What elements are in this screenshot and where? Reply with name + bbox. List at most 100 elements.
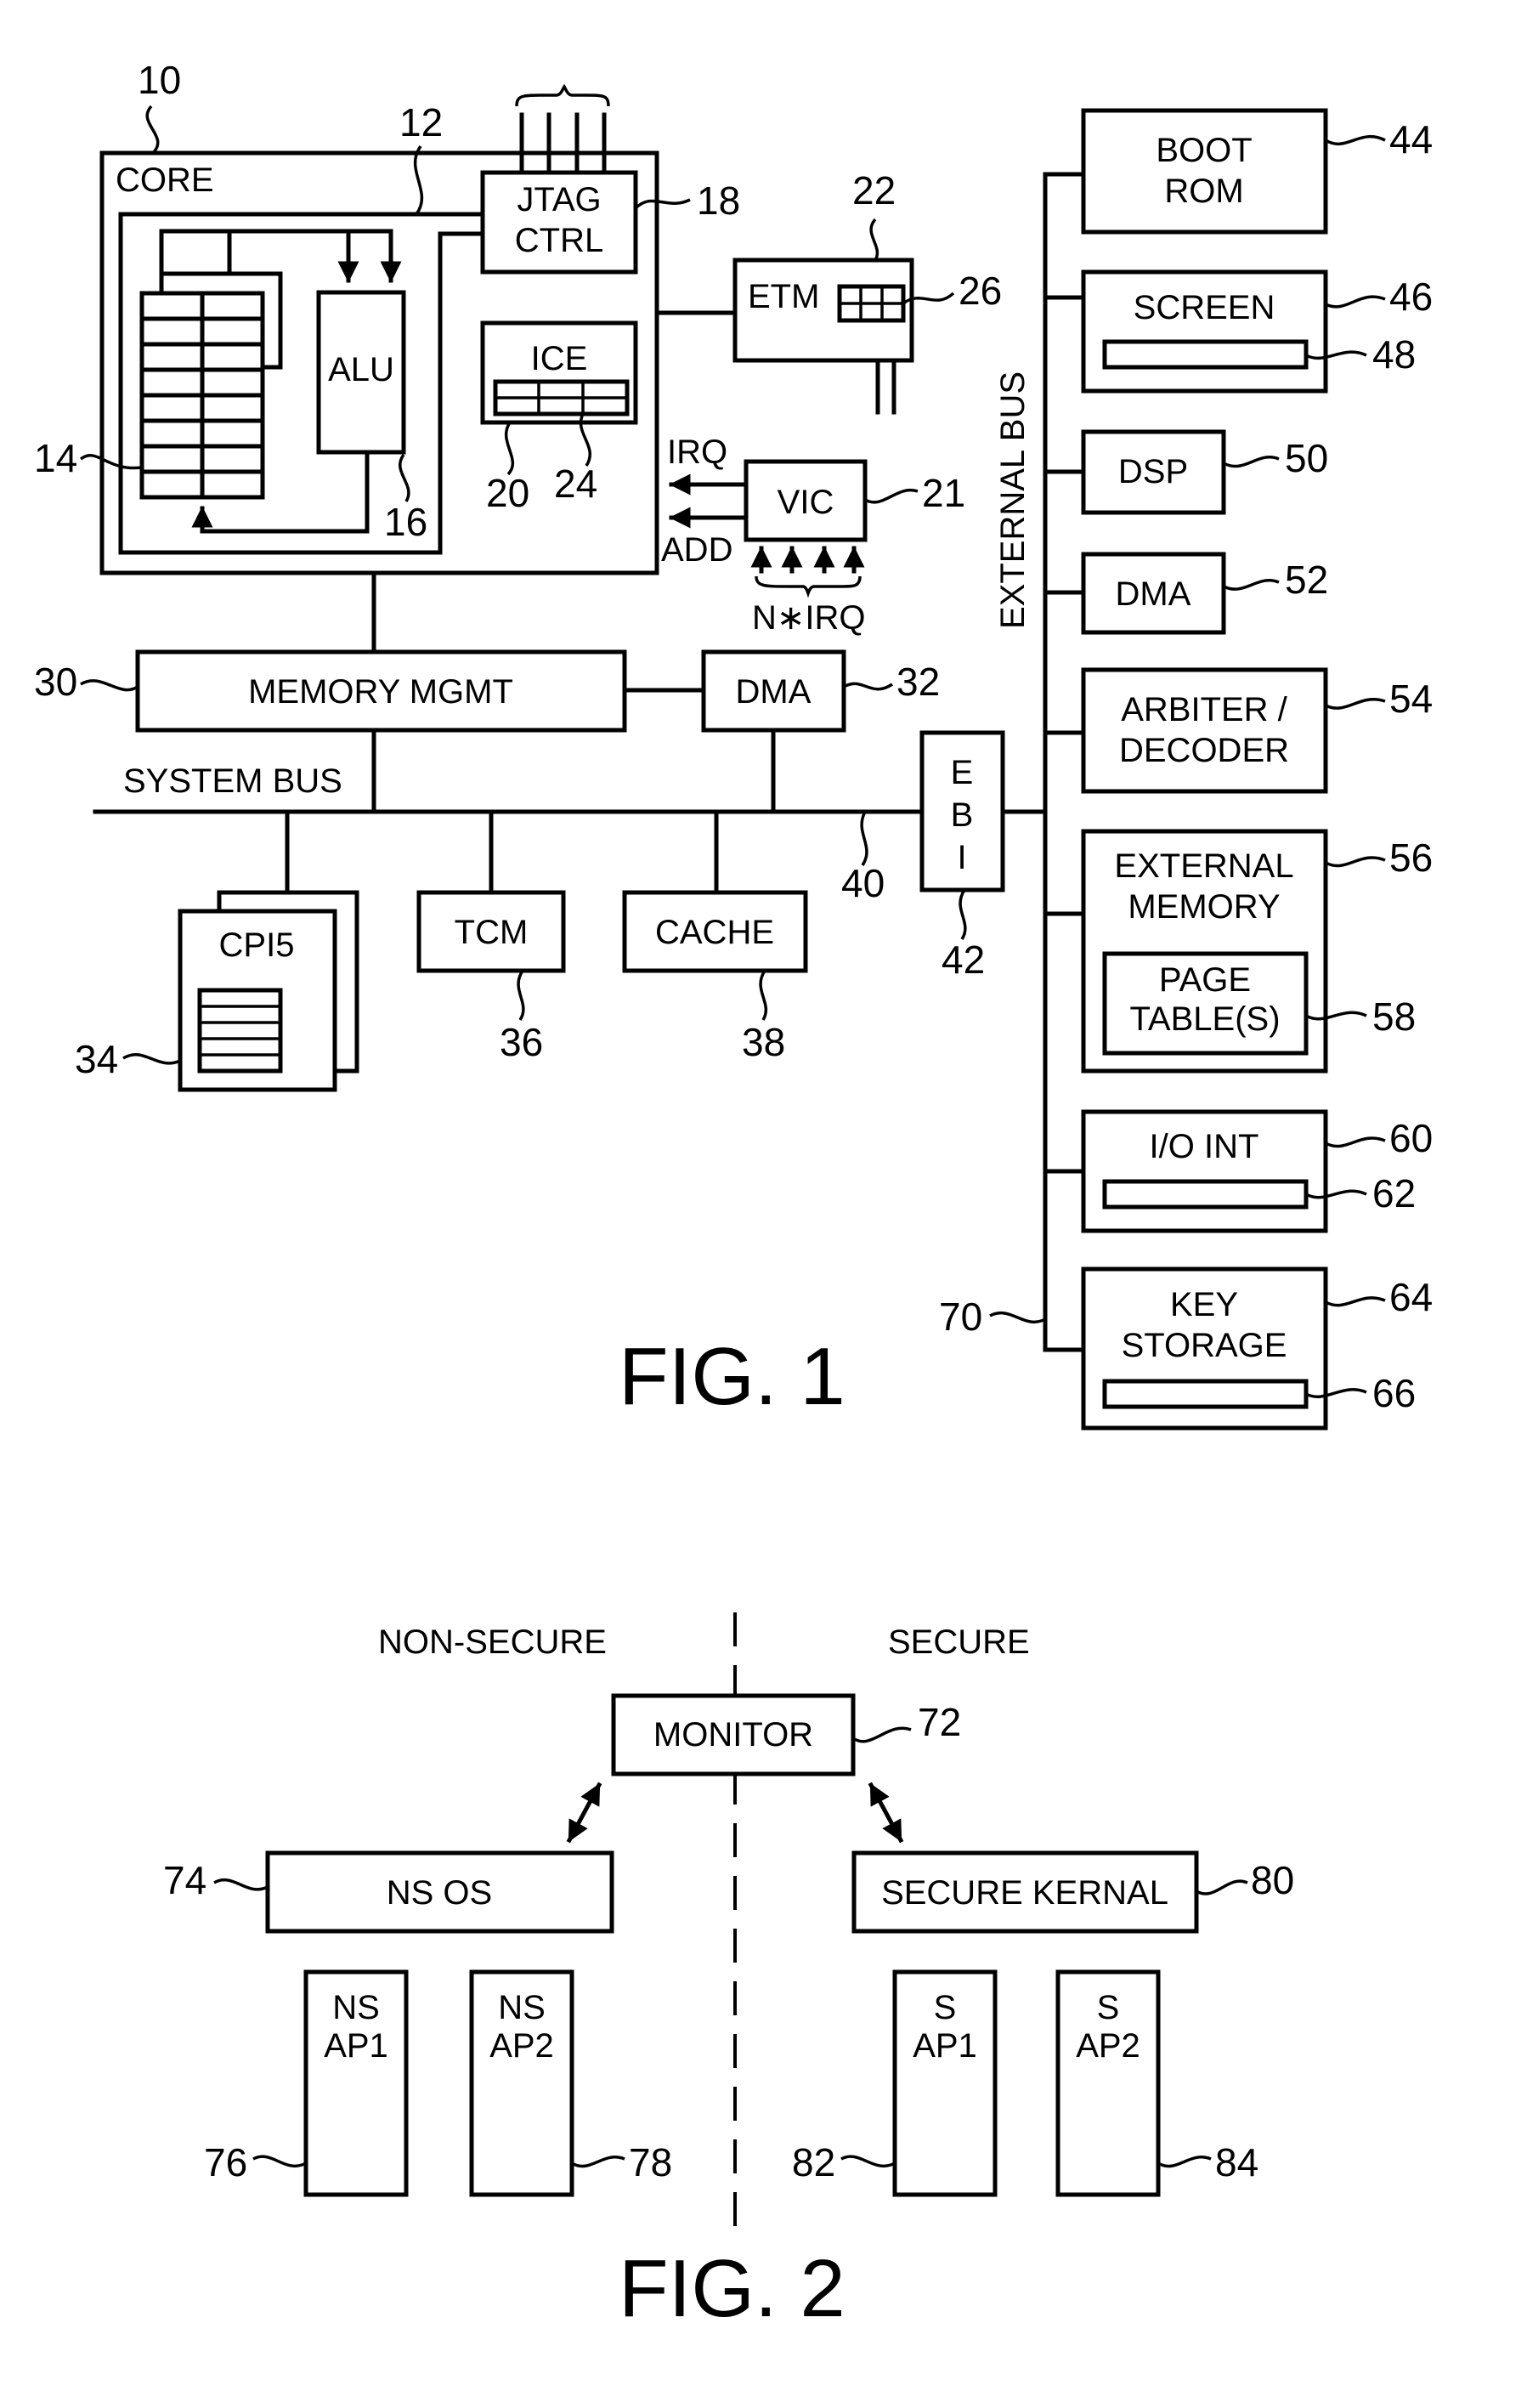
page-tables-ref: 58 [1372, 994, 1416, 1039]
cache-block: CACHE 38 [622, 809, 808, 1064]
ns-os-ref: 74 [163, 1858, 206, 1902]
external-memory-ref: 56 [1389, 836, 1433, 880]
screen-ref: 46 [1389, 275, 1433, 319]
etm-leader [869, 218, 879, 261]
dsp-ref: 50 [1285, 436, 1328, 480]
add-label: ADD [661, 531, 732, 569]
cache-label: CACHE [655, 914, 774, 951]
ebi-block: E B I 42 [919, 730, 1048, 982]
cache-leader [759, 970, 768, 1021]
ice-registers [493, 379, 630, 416]
monitor-block: MONITOR 72 [611, 1693, 961, 1776]
dsp-label: DSP [1118, 453, 1188, 490]
system-bus: SYSTEM BUS 40 [93, 728, 925, 905]
s-ap1-label-2: AP1 [913, 2027, 977, 2065]
monitor-secure-kernel-arrow [868, 1782, 904, 1844]
ns-ap2-label-1: NS [498, 1989, 546, 2026]
etm-ref: 22 [852, 168, 896, 212]
ns-ap1-label-1: NS [332, 1989, 380, 2026]
tcm-ref: 36 [500, 1020, 543, 1064]
key-storage-ref: 64 [1389, 1275, 1433, 1319]
ebi-letter-i: I [957, 839, 966, 876]
ebi-leader [959, 889, 967, 940]
system-bus-leader [860, 811, 868, 866]
ns-os-leader [213, 1878, 269, 1891]
ns-ap2-block: NS AP2 78 [469, 1969, 672, 2197]
screen-label: SCREEN [1134, 289, 1275, 326]
irq-label: IRQ [667, 433, 727, 471]
boot-rom-label-2: ROM [1164, 173, 1243, 210]
boot-rom-block: BOOT ROM 44 [1081, 108, 1433, 235]
dma-52-ref: 52 [1285, 558, 1328, 602]
alu-label: ALU [328, 351, 394, 388]
patent-figure-sheet: CORE 10 12 14 ALU 16 JTAG CTRL 18 ICE 20… [34, 58, 1433, 2334]
dsp-block: DSP 50 [1081, 429, 1328, 515]
etm-buffer-ref: 26 [959, 269, 1002, 313]
ns-os-block: NS OS 74 [163, 1850, 614, 1934]
ice-ref-20: 20 [486, 471, 529, 515]
io-int-buffer-ref: 62 [1372, 1171, 1416, 1215]
external-bus-leader [989, 1311, 1046, 1324]
monitor-label: MONITOR [653, 1716, 813, 1754]
secure-kernel-ref: 80 [1251, 1858, 1294, 1902]
register-bank-ref: 14 [34, 436, 77, 480]
ns-ap1-ref: 76 [204, 2140, 247, 2184]
monitor-ref: 72 [918, 1700, 961, 1744]
memory-mgmt-label: MEMORY MGMT [248, 673, 513, 711]
key-storage-buffer-ref: 66 [1372, 1371, 1416, 1415]
dma-52-block: DMA 52 [1081, 552, 1328, 635]
datapath-ref: 12 [399, 100, 443, 144]
secure-label: SECURE [888, 1623, 1030, 1661]
secure-kernel-block: SECURE KERNAL 80 [851, 1850, 1294, 1934]
dsp-leader [1223, 456, 1280, 468]
fig2: NON-SECURE SECURE MONITOR 72 NS OS 74 SE… [163, 1612, 1294, 2334]
s-ap2-block: S AP2 84 [1055, 1969, 1258, 2197]
external-memory-label-1: EXTERNAL [1114, 847, 1293, 885]
dma-52-label: DMA [1116, 575, 1191, 613]
ns-os-label: NS OS [387, 1874, 492, 1912]
io-int-leader [1325, 1136, 1386, 1148]
ns-ap2-ref: 78 [629, 2140, 672, 2184]
ebi-ref: 42 [942, 938, 985, 982]
cache-ref: 38 [742, 1020, 785, 1064]
vic-leader [864, 488, 919, 504]
key-storage-leader [1325, 1296, 1386, 1307]
monitor-leader [851, 1726, 912, 1743]
arbiter-label-1: ARBITER / [1121, 691, 1287, 728]
nirq-label: N∗IRQ [752, 599, 866, 637]
core-leader [145, 105, 160, 155]
page-tables-label-2: TABLE(S) [1129, 1000, 1280, 1038]
memory-mgmt-leader [80, 679, 139, 692]
cp15-registers [197, 988, 283, 1074]
vic-ref: 21 [922, 471, 965, 515]
ns-ap1-leader [252, 2155, 307, 2168]
boot-rom-leader [1325, 134, 1386, 146]
etm-label: ETM [748, 278, 819, 315]
secure-kernel-leader [1196, 1879, 1248, 1895]
io-int-block: I/O INT 60 62 [1081, 1109, 1433, 1233]
s-ap2-label-1: S [1097, 1989, 1120, 2026]
key-storage-label-2: STORAGE [1122, 1327, 1287, 1364]
tcm-leader [517, 970, 525, 1021]
external-bus-ref: 70 [939, 1295, 982, 1339]
s-ap2-ref: 84 [1215, 2140, 1258, 2184]
ebi-letter-e: E [951, 754, 974, 791]
dma-32-label: DMA [736, 673, 812, 711]
cp15-leader [122, 1052, 181, 1065]
s-ap2-label-2: AP2 [1076, 2027, 1140, 2065]
boot-rom-ref: 44 [1389, 117, 1433, 161]
monitor-ns-os-arrow [566, 1782, 602, 1844]
screen-buffer-ref: 48 [1372, 332, 1416, 377]
fig2-caption: FIG. 2 [619, 2243, 846, 2334]
key-storage-label-1: KEY [1170, 1286, 1238, 1323]
fig1: CORE 10 12 14 ALU 16 JTAG CTRL 18 ICE 20… [34, 58, 1433, 1431]
external-memory-label-2: MEMORY [1128, 888, 1280, 926]
arbiter-leader [1325, 698, 1386, 710]
etm-trace-buffer [837, 284, 906, 323]
cp15-block: CPI5 34 [75, 809, 359, 1092]
system-bus-label: SYSTEM BUS [123, 762, 342, 800]
core-block: CORE 10 12 14 ALU 16 JTAG CTRL 18 ICE 20… [34, 58, 740, 654]
jtag-brace [515, 83, 610, 107]
external-memory-leader [1325, 856, 1386, 868]
screen-leader [1325, 295, 1386, 309]
